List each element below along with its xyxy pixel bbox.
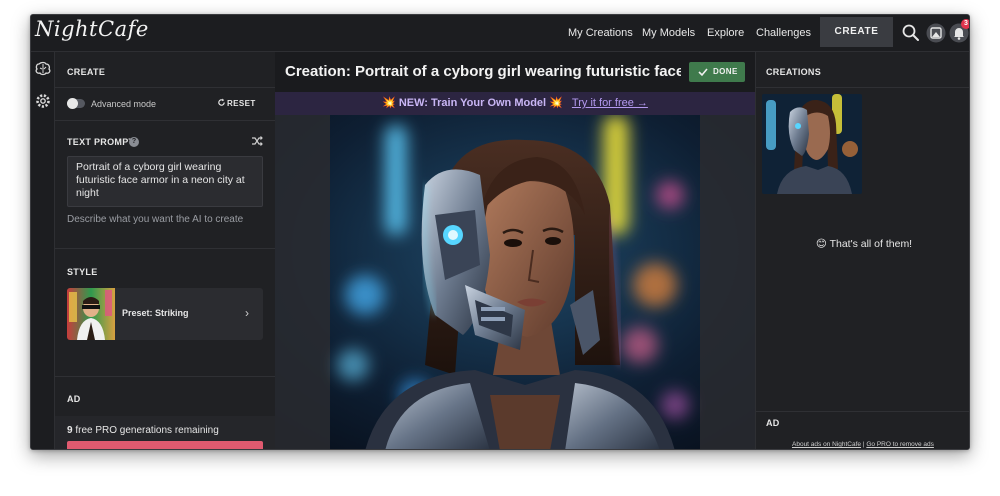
help-icon[interactable]: ? [129, 137, 139, 147]
chevron-right-icon: › [245, 306, 249, 320]
promo-banner: 💥 NEW: Train Your Own Model 💥 Try it for… [275, 92, 755, 115]
divider [55, 120, 275, 121]
creation-thumbnail[interactable] [762, 94, 862, 194]
refresh-icon[interactable] [217, 98, 226, 107]
reset-button[interactable]: RESET [227, 99, 256, 108]
about-ads-link[interactable]: About ads on NightCafe [792, 441, 861, 448]
promo-link[interactable]: Try it for free → [572, 97, 648, 109]
create-panel: CREATE Advanced mode RESET TEXT PROMPT ?… [55, 52, 275, 449]
create-header: CREATE [67, 67, 106, 77]
divider [756, 87, 969, 88]
search-icon[interactable] [901, 23, 921, 43]
gear-icon[interactable] [34, 92, 52, 110]
free-generations-bar: 9 free PRO generations remaining [55, 416, 275, 449]
creations-header: CREATIONS [766, 67, 822, 77]
text-prompt-label: TEXT PROMPT [67, 137, 135, 147]
free-generations-label: free PRO generations remaining [72, 425, 219, 436]
style-preset-card[interactable]: Preset: Striking › [67, 288, 263, 340]
brain-icon[interactable] [34, 60, 52, 78]
prompt-hint: Describe what you want the AI to create [67, 214, 244, 225]
creations-panel: CREATIONS 😊 That's all of them! AD About… [755, 52, 969, 449]
nav-challenges[interactable]: Challenges [756, 15, 811, 52]
shuffle-icon[interactable] [251, 135, 263, 147]
left-rail [31, 52, 55, 449]
nav-explore[interactable]: Explore [707, 15, 744, 52]
promo-text: 💥 NEW: Train Your Own Model 💥 [382, 97, 563, 109]
ad-label: AD [766, 418, 780, 428]
divider [55, 87, 275, 88]
ad-links: About ads on NightCafe | Go PRO to remov… [792, 441, 934, 448]
done-label: DONE [713, 67, 738, 76]
notification-badge: 3 [961, 19, 969, 29]
advanced-mode-toggle[interactable] [67, 98, 85, 109]
end-of-list-message: 😊 That's all of them! [815, 238, 913, 250]
preset-label: Preset: Striking [122, 308, 189, 318]
creation-title: Creation: Portrait of a cyborg girl wear… [285, 63, 681, 80]
top-nav: NightCafe My Creations My Models Explore… [31, 15, 969, 52]
divider [55, 248, 275, 249]
free-generations-text: 9 free PRO generations remaining [67, 425, 219, 436]
go-pro-button[interactable] [67, 441, 263, 449]
text-prompt-input[interactable]: Portrait of a cyborg girl wearing futuri… [67, 156, 263, 207]
divider [55, 376, 275, 377]
nav-my-models[interactable]: My Models [642, 15, 695, 52]
divider [756, 411, 969, 412]
creation-view: Creation: Portrait of a cyborg girl wear… [275, 52, 755, 449]
advanced-mode-label: Advanced mode [91, 99, 157, 109]
preset-thumbnail [67, 288, 115, 340]
nav-create-button[interactable]: CREATE [820, 17, 893, 47]
app-window: NightCafe My Creations My Models Explore… [30, 14, 970, 450]
creation-image[interactable] [275, 115, 755, 449]
style-label: STYLE [67, 267, 98, 277]
nightcafe-logo[interactable]: NightCafe [35, 17, 149, 41]
go-pro-link[interactable]: Go PRO to remove ads [866, 441, 934, 448]
ad-label: AD [67, 394, 81, 404]
done-button[interactable]: DONE [689, 62, 745, 82]
image-icon[interactable] [926, 23, 946, 43]
check-icon [698, 68, 708, 77]
nav-my-creations[interactable]: My Creations [568, 15, 633, 52]
